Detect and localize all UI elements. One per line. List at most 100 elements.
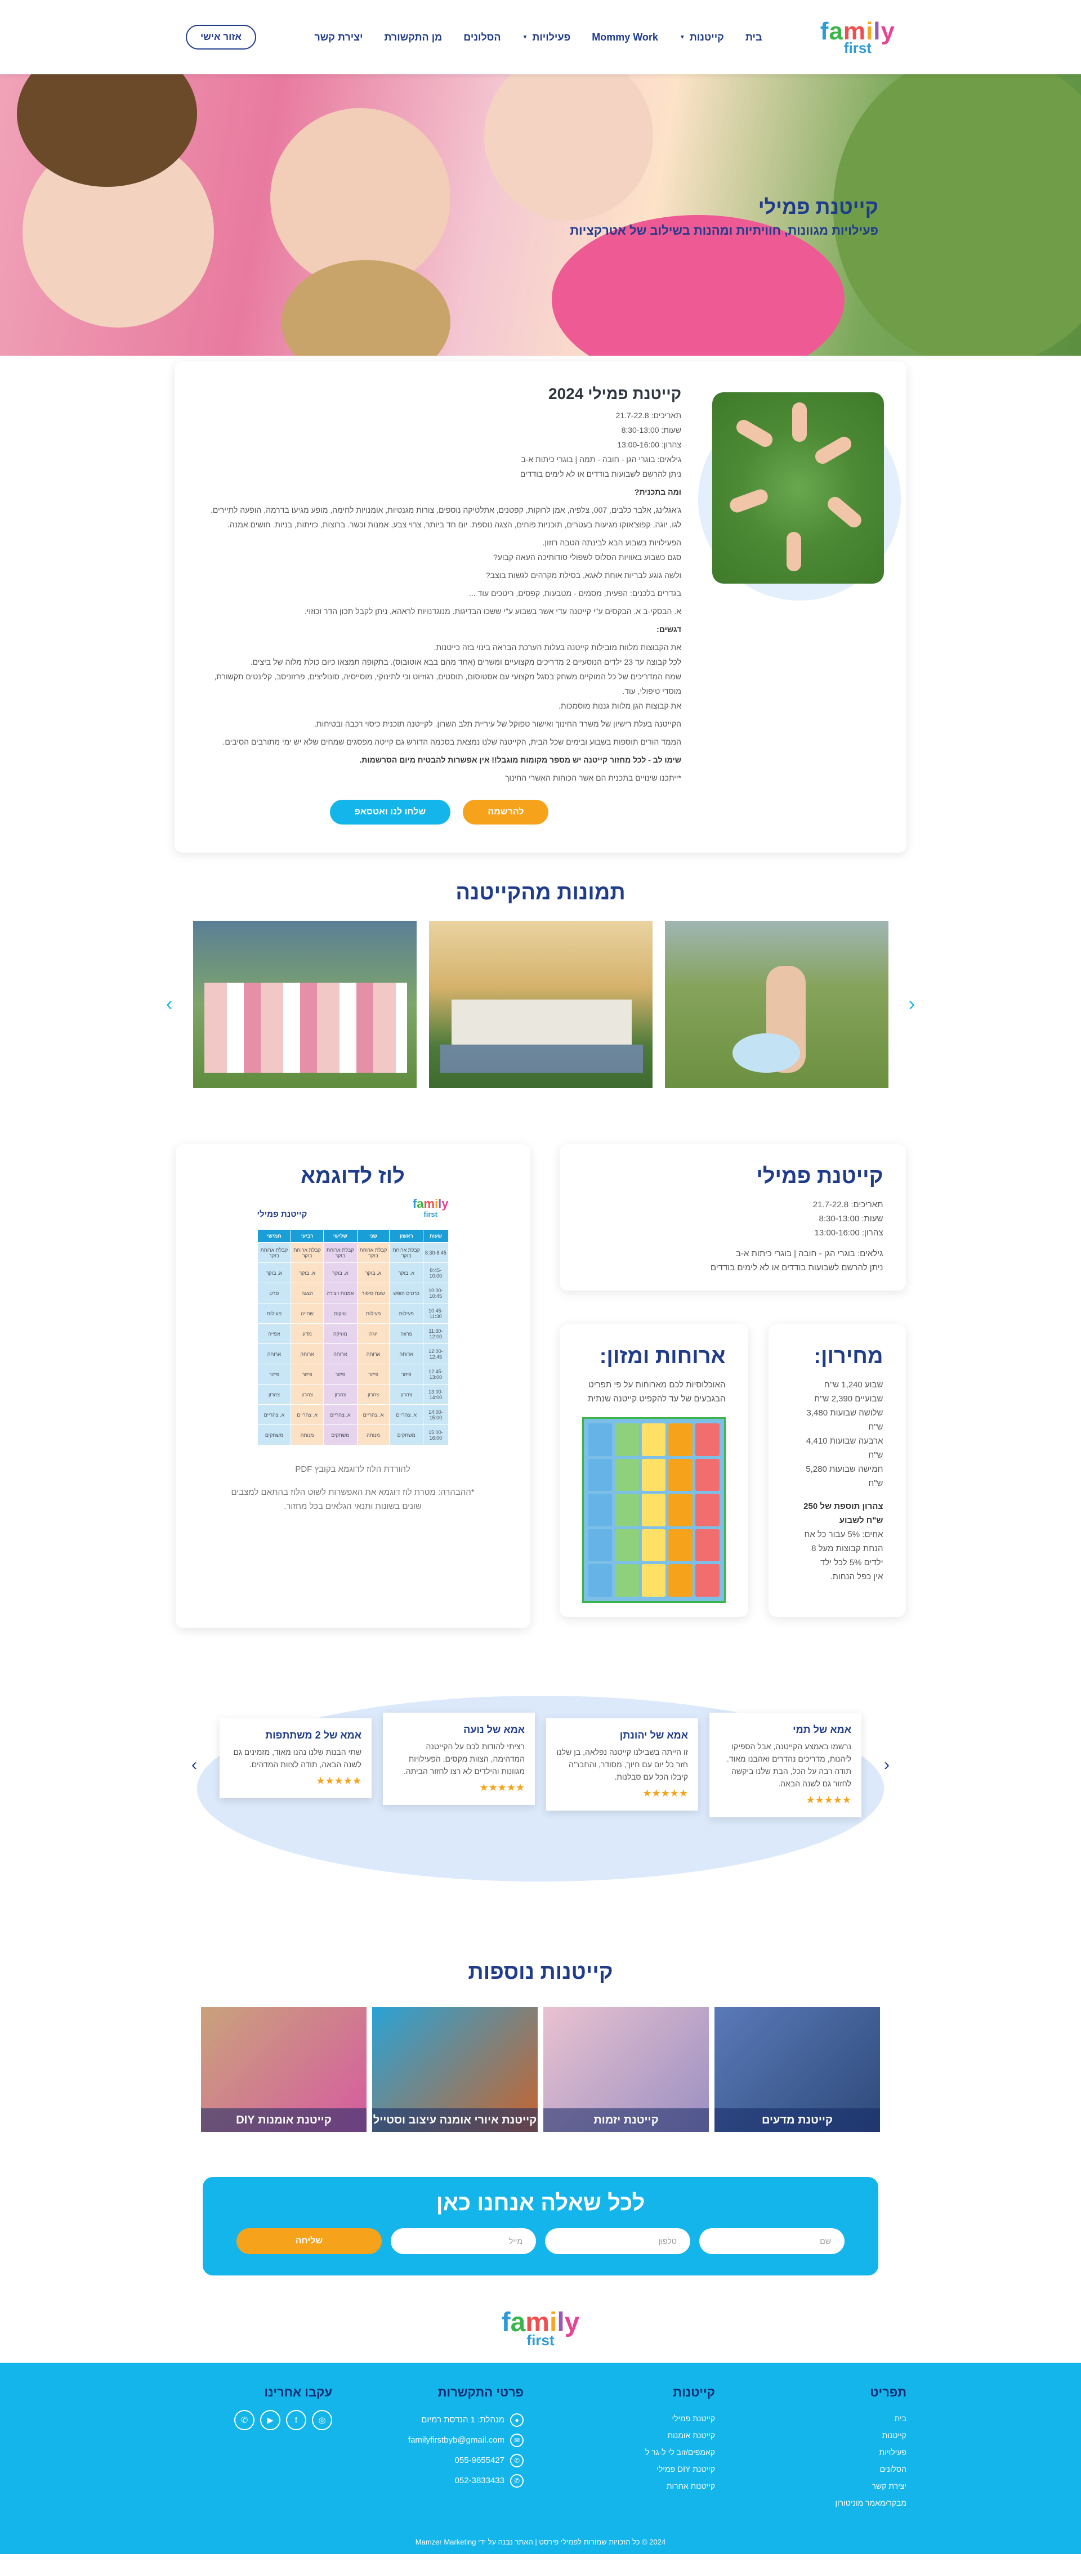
intro-line: שעות: 8:30-13:00 xyxy=(621,425,681,434)
nav-item[interactable]: הסלונים xyxy=(463,32,501,43)
nav-item[interactable]: יצירת קשר xyxy=(314,32,363,43)
footer-phone[interactable]: ✆ 052-3833433 xyxy=(366,2471,524,2491)
camp-card[interactable]: קייטנת אומנות DIY xyxy=(201,2007,367,2132)
footer-menu-item[interactable]: פעילויות xyxy=(749,2444,906,2461)
intro-buttons: להרשמה שלחו לנו ואטסאפ xyxy=(197,800,681,825)
more-camps-list: קייטנת מדעים קייטנת יזמות קייטנת איורי אומ… xyxy=(0,2007,1081,2132)
schedule-row: 12:00-12:45 ארוחה ארוחה ארוחה ארוחה ארוחה xyxy=(257,1343,449,1364)
nav-item[interactable]: פעילויות ▼ xyxy=(522,32,571,43)
price-title: מחירון: xyxy=(814,1345,883,1368)
testimonial-author: אמא של נועה xyxy=(463,1724,525,1735)
price-card: מחירון: שבוע 1,240 ש"ח שבועיים 2,390 ש"ח… xyxy=(768,1324,906,1617)
food-menu-tile xyxy=(588,1529,613,1562)
more-camps-section: קייטנות נוספות קייטנת מדעים קייטנת יזמות ק… xyxy=(0,1960,1081,2132)
send-button[interactable]: שליחה xyxy=(236,2228,382,2254)
food-menu-image[interactable] xyxy=(582,1417,726,1603)
schedule-row: 12:45-13:00 פיזור פיזור פיזור פיזור פיזור xyxy=(257,1364,449,1385)
star-rating-icon: ★★★★★ xyxy=(316,1775,361,1786)
intro-paragraph: סגם כשבוע באוויות הסלוס לשפולי סודותיכה … xyxy=(493,553,681,562)
camp-card[interactable]: קייטנת מדעים xyxy=(714,2007,880,2132)
schedule-cell: א. בוקר xyxy=(356,1262,390,1283)
food-menu-tile xyxy=(615,1494,639,1526)
schedule-cell: יוגה xyxy=(356,1323,390,1344)
footer-menu-item[interactable]: הסלונים xyxy=(749,2461,906,2478)
footer-camp-item[interactable]: קאמפים/זוב לי ל-גר ל xyxy=(557,2444,715,2461)
footer-menu-item[interactable]: קייטנות xyxy=(749,2427,906,2444)
price-extra-line: אחים: 5% עבור כל אח xyxy=(804,1530,883,1539)
schedule-card: לוז לדוגמא family first קייטנת פמילי שעות… xyxy=(175,1144,530,1628)
camp-card[interactable]: קייטנת איורי אומנה עיצוב וסטייל xyxy=(372,2007,538,2132)
testimonials-prev-arrow-icon[interactable]: › xyxy=(180,1755,208,1775)
schedule-cell: מוזיקה xyxy=(323,1323,358,1344)
nav-item[interactable]: קייטנות ▼ xyxy=(680,32,724,43)
schedule-header-cell: ראשון xyxy=(389,1229,424,1243)
food-menu-tile xyxy=(588,1494,613,1526)
register-button[interactable]: להרשמה xyxy=(463,800,549,825)
gallery-next-arrow-icon[interactable]: ‹ xyxy=(901,993,923,1015)
footer-camp-item[interactable]: קייטנת פמילי xyxy=(557,2410,715,2427)
testimonials-next-arrow-icon[interactable]: ‹ xyxy=(873,1755,901,1775)
footer-logo[interactable]: family first xyxy=(0,2309,1081,2348)
footer-camp-item[interactable]: קייטנת DIY פמילי xyxy=(557,2461,715,2478)
schedule-row: 8:45-10:00 א. בוקר א. בוקר א. בוקר א. בוקר א.… xyxy=(257,1262,449,1283)
name-input[interactable]: שם xyxy=(699,2228,845,2254)
camp-detail-line: גילאים: בוגרי הגן - חובה | בוגרי כיתות א… xyxy=(736,1249,883,1258)
nav-item[interactable]: מן התקשורת xyxy=(385,32,443,43)
contact-form: לכל שאלה אנחנו כאן שם טלפון מייל שליחה xyxy=(203,2177,878,2275)
chevron-down-icon: ▼ xyxy=(522,34,528,41)
schedule-download-link[interactable]: להורדת הלוז לדוגמא בקובץ PDF xyxy=(198,1462,508,1476)
intro-line: ניתן להרשם לשבועות בודדים או לא לימים בו… xyxy=(520,469,681,478)
schedule-cell: הצגה xyxy=(291,1283,324,1303)
photo-hand xyxy=(734,417,775,450)
footer-columns: תפריט בית קייטנות פעילויות הסלונים יצירת קשר… xyxy=(175,2363,906,2511)
gallery-photo[interactable] xyxy=(428,921,653,1088)
footer-camp-item[interactable]: קייטנות אחרות xyxy=(557,2478,715,2494)
food-menu-tile xyxy=(641,1564,666,1597)
footer-camps-column: קייטנות קייטנת פמילי קייטנת אומנות קאמפים/… xyxy=(557,2385,715,2511)
nav-item[interactable]: Mommy Work xyxy=(592,32,658,43)
schedule-cell: פעילות xyxy=(257,1303,292,1324)
footer-menu-item[interactable]: יצירת קשר xyxy=(749,2478,906,2494)
footer-menu-item[interactable]: מבקר/מאמר מוניטורון xyxy=(749,2494,906,2511)
phone-input[interactable]: טלפון xyxy=(545,2228,690,2254)
camp-details-title: קייטנת פמילי xyxy=(756,1164,883,1188)
intro-question: ומה בתכנית? xyxy=(634,487,681,496)
personal-area-button[interactable]: אזור אישי xyxy=(186,25,257,50)
email-input[interactable]: מייל xyxy=(391,2228,536,2254)
site-logo[interactable]: family first xyxy=(820,19,895,56)
whatsapp-button[interactable]: שלחו לנו ואטסאפ xyxy=(329,800,451,825)
food-menu-tile xyxy=(588,1458,613,1491)
schedule-table[interactable]: שעות ראשון שני שלישי רביעי חמישי 8:30-8:45 קבלת… xyxy=(257,1229,449,1445)
schedule-cell: צהרון xyxy=(291,1384,324,1405)
instagram-icon[interactable]: ◎ xyxy=(312,2410,332,2430)
schedule-row: 10:00-10:45 כרטיס חופש שעת סיפור אמנות ויצי… xyxy=(257,1283,449,1303)
food-menu-tile xyxy=(641,1458,666,1491)
gallery-photo[interactable] xyxy=(193,921,417,1088)
mail-icon: ✉ xyxy=(510,2434,524,2447)
gallery-photo[interactable] xyxy=(664,921,888,1088)
gallery-prev-arrow-icon[interactable]: › xyxy=(158,993,181,1015)
footer-camp-item[interactable]: קייטנת אומנות xyxy=(557,2427,716,2444)
schedule-cell: א. צהריים xyxy=(356,1404,390,1425)
photo-pool xyxy=(732,1033,800,1073)
schedule-header-cell: שני xyxy=(356,1229,390,1243)
youtube-icon[interactable]: ▶ xyxy=(260,2410,280,2430)
schedule-cell: אפייה xyxy=(257,1323,292,1344)
schedule-row: 11:30-12:00 פרוזה יוגה מוזיקה מדע אפייה xyxy=(257,1323,449,1344)
food-title: ארוחות ומזון: xyxy=(599,1345,726,1368)
food-menu-tile xyxy=(615,1423,639,1456)
schedule-cell: מנוחה xyxy=(356,1424,390,1445)
footer-phone[interactable]: ✆ 055-9655427 xyxy=(366,2450,524,2471)
intro-note: *ייתכנו שינויים בתכנית הם אשר הכוחות האש… xyxy=(504,773,681,782)
nav-item[interactable]: בית xyxy=(745,32,762,43)
schedule-cell: 13:00-14:00 xyxy=(423,1384,449,1405)
schedule-cell: צהרון xyxy=(323,1384,358,1405)
footer-menu-item[interactable]: בית xyxy=(749,2410,906,2427)
schedule-cell: 11:30-12:00 xyxy=(423,1323,449,1344)
whatsapp-icon[interactable]: ✆ xyxy=(234,2410,254,2430)
footer-email[interactable]: ✉ familyfirstbyb@gmail.com xyxy=(366,2430,524,2450)
camp-card-label: קייטנת מדעים xyxy=(714,2108,880,2132)
camp-card[interactable]: קייטנת יזמות xyxy=(543,2007,709,2132)
food-menu-tile xyxy=(668,1458,693,1491)
facebook-icon[interactable]: f xyxy=(286,2410,306,2430)
